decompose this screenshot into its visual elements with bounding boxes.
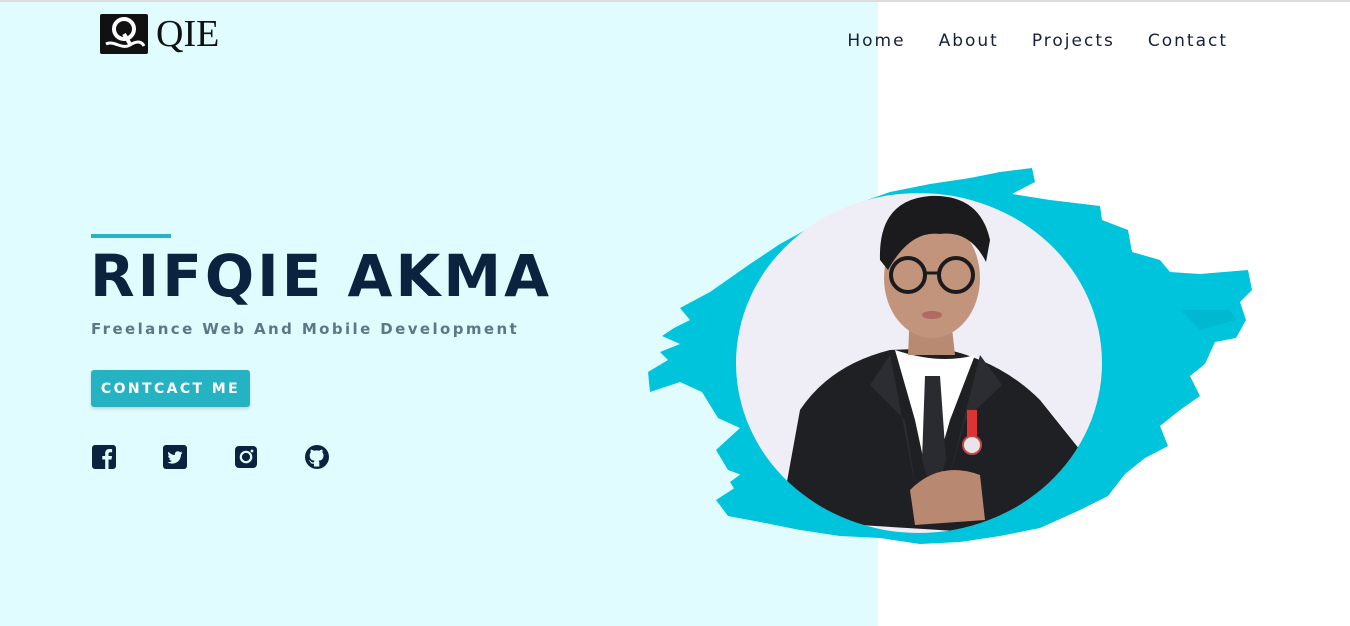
main-nav: Home About Projects Contact xyxy=(847,31,1228,51)
nav-about[interactable]: About xyxy=(939,31,999,51)
hero-name: RIFQIE AKMA xyxy=(90,242,552,310)
nav-contact[interactable]: Contact xyxy=(1148,31,1228,51)
instagram-icon[interactable] xyxy=(233,444,259,470)
brand-logo[interactable]: QIE xyxy=(100,12,219,56)
brand-name: QIE xyxy=(156,13,220,55)
profile-photo xyxy=(640,160,1260,560)
hero-subtitle: Freelance Web And Mobile Development xyxy=(91,320,520,338)
heading-accent-line xyxy=(91,234,171,238)
github-icon[interactable] xyxy=(304,444,330,470)
q-logo-icon xyxy=(100,14,148,54)
facebook-icon[interactable] xyxy=(91,444,117,470)
nav-projects[interactable]: Projects xyxy=(1032,31,1115,51)
twitter-icon[interactable] xyxy=(162,444,188,470)
social-links xyxy=(91,444,375,470)
nav-home[interactable]: Home xyxy=(847,31,905,51)
contact-me-button[interactable]: CONTCACT ME xyxy=(91,370,250,407)
